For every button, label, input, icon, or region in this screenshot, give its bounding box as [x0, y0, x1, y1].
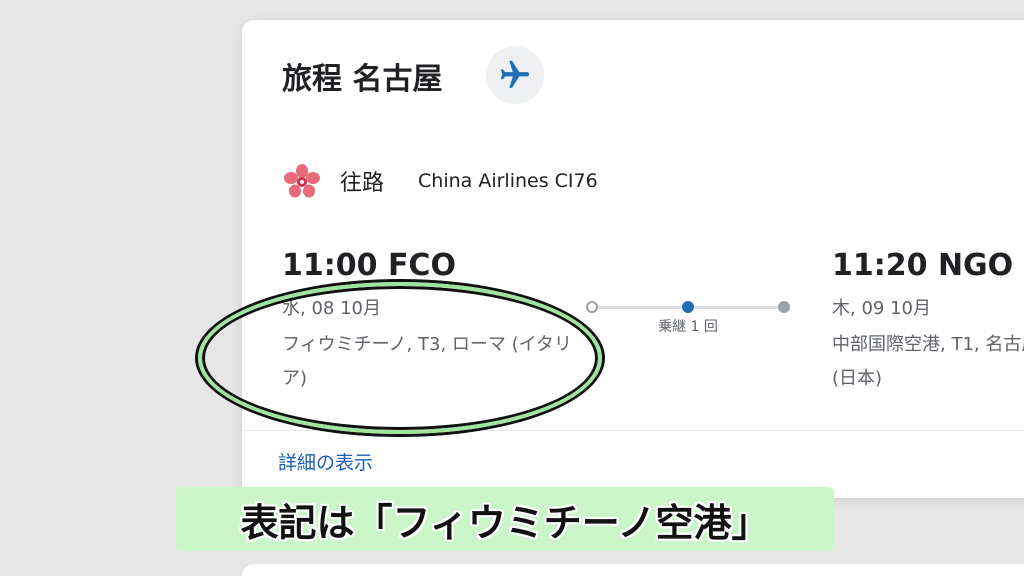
- route-stop-dot: [682, 301, 694, 313]
- departure-date: 水, 08 10月: [282, 298, 381, 319]
- departure-airport: フィウミチーノ, T3, ローマ (イタリア): [282, 334, 572, 389]
- airline-logo-icon: [284, 164, 320, 198]
- segment-header: 往路 China Airlines CI76: [282, 163, 598, 199]
- route-origin-dot: [586, 301, 598, 313]
- show-details-link[interactable]: 詳細の表示: [278, 448, 373, 475]
- direction-label: 往路: [340, 171, 385, 196]
- arrival-date: 木, 09 10月: [832, 298, 931, 319]
- flight-number: China Airlines CI76: [418, 170, 598, 192]
- plane-badge: [486, 46, 544, 104]
- divider: [242, 430, 1024, 431]
- arrival-time: 11:20 NGO: [832, 248, 1014, 283]
- screen: 旅程 名古屋 往路 China Airlines CI76 11:00 FCO …: [0, 0, 1024, 576]
- stops-label: 乗継 1 回: [658, 319, 718, 335]
- next-card: [242, 564, 1024, 576]
- arrival-airport: 中部国際空港, T1, 名古屋 (日本): [832, 334, 1024, 389]
- departure-time: 11:00 FCO: [282, 248, 456, 283]
- itinerary-card: 旅程 名古屋 往路 China Airlines CI76 11:00 FCO …: [242, 20, 1024, 498]
- annotation-caption: 表記は「フィウミチーノ空港」: [176, 487, 834, 551]
- plane-icon: [500, 60, 530, 88]
- route-line: [586, 298, 790, 318]
- route-destination-dot: [778, 301, 790, 313]
- itinerary-title: 旅程 名古屋: [282, 62, 443, 97]
